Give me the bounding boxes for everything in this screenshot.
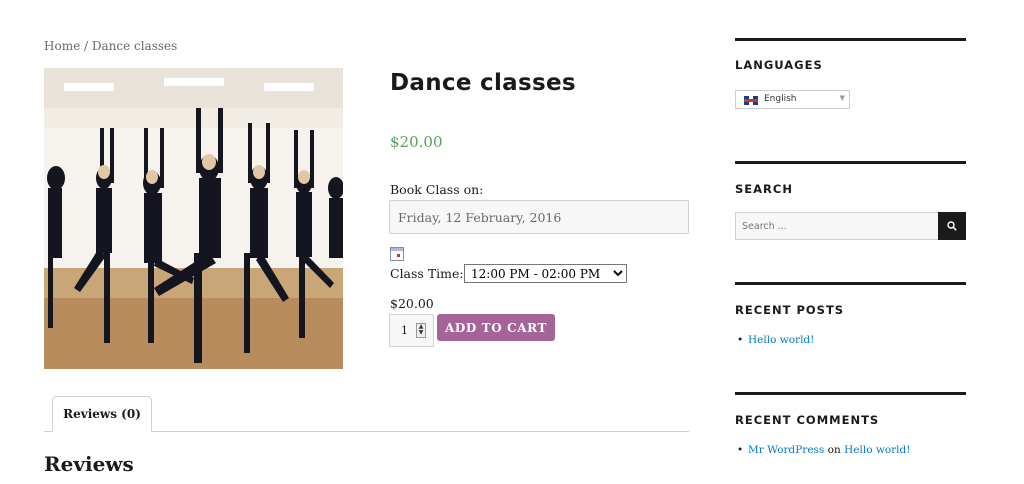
recent-comments-widget-title: RECENT COMMENTS [735, 413, 880, 427]
tab-reviews[interactable]: Reviews (0) [52, 396, 152, 432]
list-item: Hello world! [737, 334, 814, 346]
breadcrumb-home-link[interactable]: Home [44, 39, 80, 53]
booking-date-field[interactable] [389, 200, 689, 234]
recent-posts-widget-title: RECENT POSTS [735, 303, 845, 317]
add-to-cart-button[interactable]: ADD TO CART [437, 314, 555, 341]
book-class-label: Book Class on: [390, 182, 484, 197]
search-input[interactable] [735, 212, 939, 240]
recent-posts-list: Hello world! [737, 334, 814, 346]
breadcrumb: Home / Dance classes [44, 39, 177, 53]
product-price: $20.00 [390, 133, 443, 151]
product-title: Dance classes [390, 70, 576, 96]
search-icon [947, 221, 957, 231]
comment-author-link[interactable]: Mr WordPress [748, 444, 824, 456]
breadcrumb-current: Dance classes [91, 39, 178, 53]
widget-divider [735, 392, 966, 395]
widget-divider [735, 161, 966, 164]
chevron-down-icon: ▼ [839, 94, 845, 102]
language-select[interactable]: English ▼ [735, 90, 850, 109]
uk-flag-icon [744, 96, 758, 105]
dance-class-photo [44, 68, 343, 369]
widget-divider [735, 282, 966, 285]
widget-divider [735, 38, 966, 41]
languages-widget-title: LANGUAGES [735, 58, 823, 72]
reviews-heading: Reviews [44, 452, 134, 476]
comment-connector: on [827, 444, 841, 456]
class-time-select[interactable]: 12:00 PM - 02:00 PM [464, 264, 627, 283]
comment-post-link[interactable]: Hello world! [844, 444, 910, 456]
calendar-icon[interactable] [390, 247, 404, 261]
breadcrumb-separator: / [80, 39, 92, 53]
search-widget-title: SEARCH [735, 182, 793, 196]
recent-post-link[interactable]: Hello world! [748, 334, 814, 346]
search-button[interactable] [938, 212, 966, 240]
quantity-value: 1 [401, 324, 408, 337]
subtotal-price: $20.00 [390, 296, 434, 311]
recent-comments-list: Mr WordPress on Hello world! [737, 444, 910, 456]
class-time-label: Class Time: [390, 266, 464, 281]
product-image[interactable] [44, 68, 343, 369]
quantity-stepper[interactable]: 1 ▲ ▼ [389, 314, 434, 347]
spinner-arrows-icon[interactable]: ▲ ▼ [416, 323, 426, 338]
language-selected: English [764, 94, 797, 104]
list-item: Mr WordPress on Hello world! [737, 444, 910, 456]
